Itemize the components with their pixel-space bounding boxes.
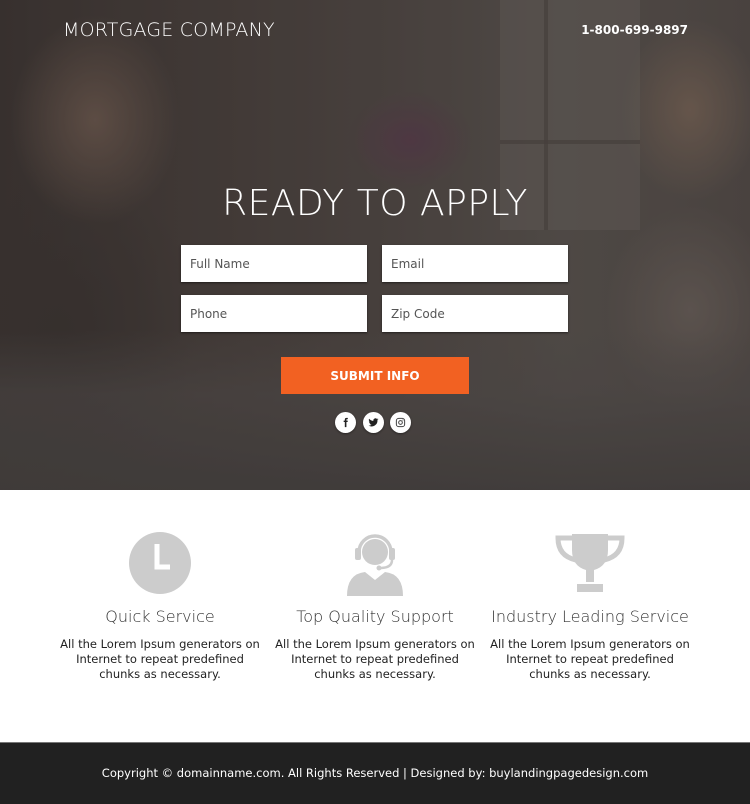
footer: Copyright © domainname.com. All Rights R… <box>0 742 750 804</box>
hero-section: MORTGAGE COMPANY 1-800-699-9897 READY TO… <box>0 0 750 490</box>
facebook-icon <box>343 417 348 428</box>
feature-description: All the Lorem Ipsum generators on Intern… <box>275 637 475 681</box>
top-bar: MORTGAGE COMPANY 1-800-699-9897 <box>0 0 750 60</box>
zip-code-input[interactable] <box>382 295 568 332</box>
twitter-link[interactable] <box>363 412 384 433</box>
phone-input[interactable] <box>181 295 367 332</box>
feature-title: Top Quality Support <box>296 607 454 626</box>
features-section: Quick Service All the Lorem Ipsum genera… <box>0 490 750 742</box>
full-name-input[interactable] <box>181 245 367 282</box>
hero-title: READY TO APPLY <box>222 183 528 224</box>
headset-support-icon <box>347 534 403 596</box>
trophy-icon <box>555 534 625 592</box>
facebook-link[interactable] <box>335 412 356 433</box>
twitter-icon <box>368 418 379 427</box>
instagram-icon <box>395 417 406 428</box>
submit-info-button[interactable]: SUBMIT INFO <box>281 357 469 394</box>
brand-logo[interactable]: MORTGAGE COMPANY <box>63 19 275 41</box>
feature-title: Quick Service <box>105 607 215 626</box>
instagram-link[interactable] <box>390 412 411 433</box>
feature-description: All the Lorem Ipsum generators on Intern… <box>490 637 690 681</box>
feature-description: All the Lorem Ipsum generators on Intern… <box>60 637 260 681</box>
clock-icon <box>129 532 191 594</box>
email-input[interactable] <box>382 245 568 282</box>
phone-number[interactable]: 1-800-699-9897 <box>581 23 688 37</box>
copyright-text: Copyright © domainname.com. All Rights R… <box>101 766 649 780</box>
feature-title: Industry Leading Service <box>491 607 689 626</box>
